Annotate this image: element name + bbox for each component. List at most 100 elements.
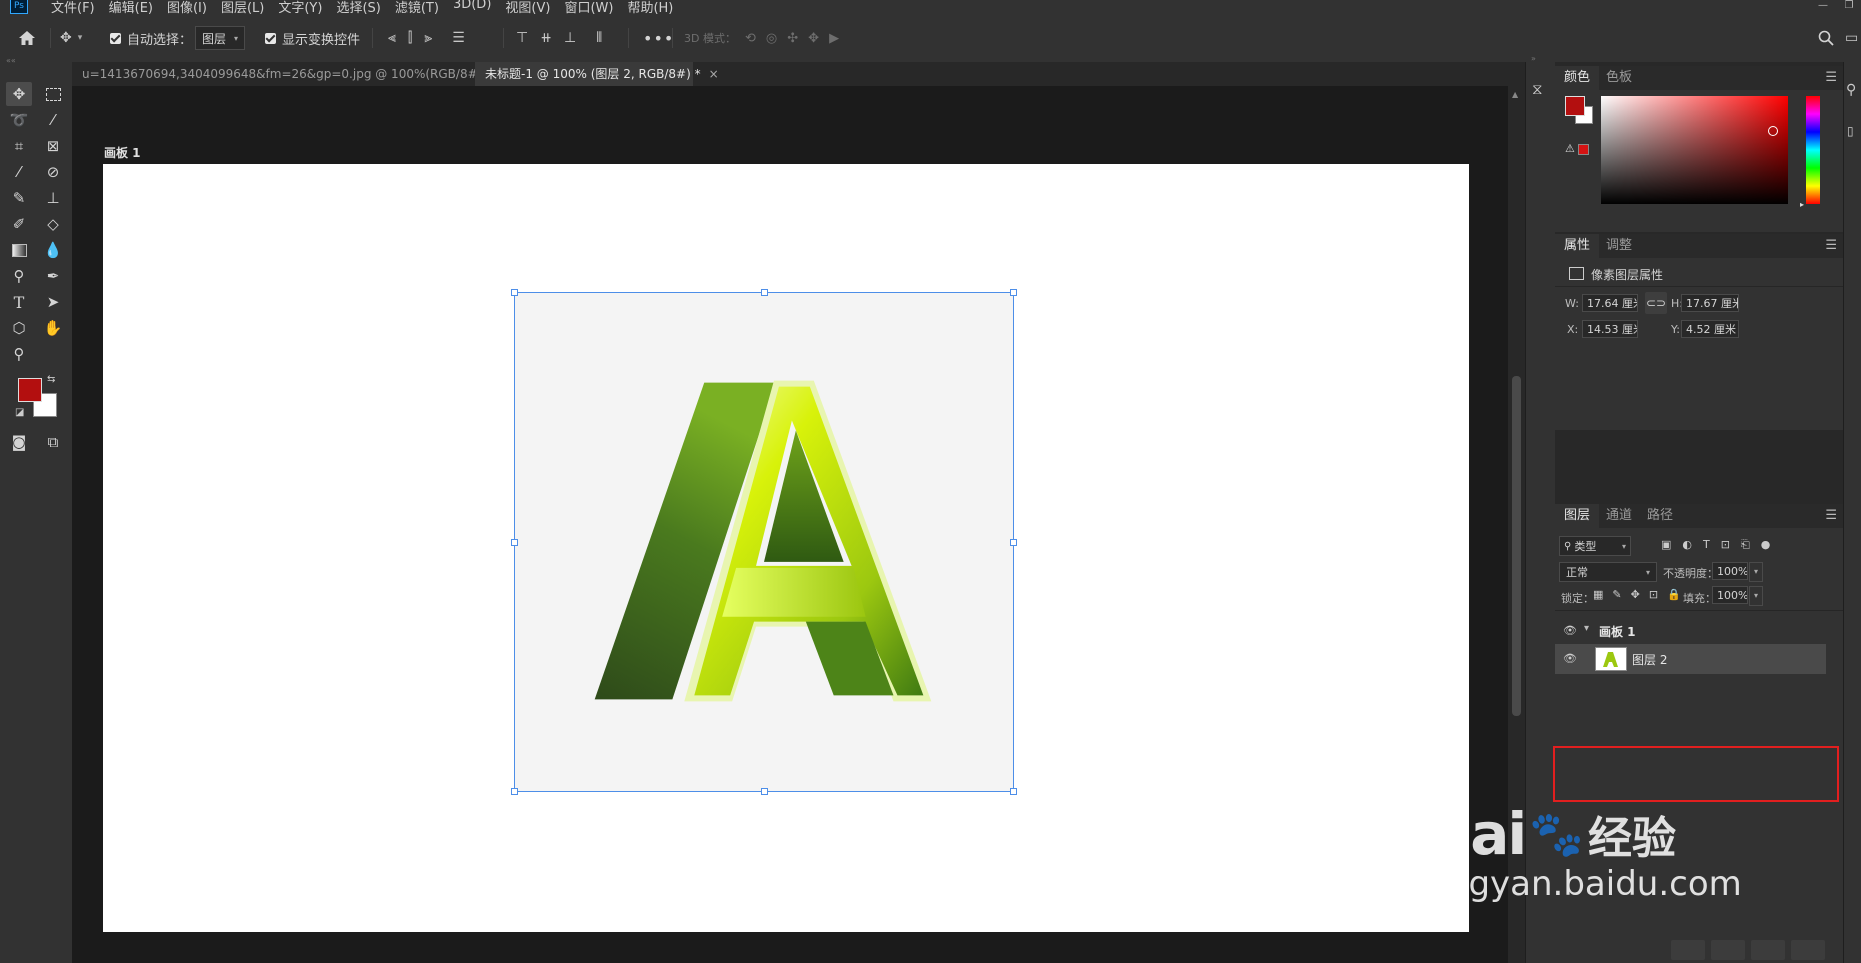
filter-toggle-icon[interactable]: ●: [1761, 538, 1771, 552]
minimize-button[interactable]: —: [1812, 0, 1834, 12]
lock-position-icon[interactable]: ✥: [1631, 588, 1640, 601]
align-hcenter-icon[interactable]: ⫿: [408, 30, 412, 46]
width-field[interactable]: 17.64 厘米: [1582, 294, 1638, 312]
collapse-toolbar-icon[interactable]: ««: [6, 56, 16, 65]
shape-tool[interactable]: ⬡: [6, 316, 32, 340]
filter-pixel-icon[interactable]: ▣: [1661, 538, 1671, 552]
transform-handle[interactable]: [761, 788, 768, 795]
quick-mask-button[interactable]: ◙: [6, 430, 32, 454]
artboard-label[interactable]: 画板 1: [104, 144, 141, 161]
lock-transparent-icon[interactable]: ▦: [1593, 588, 1603, 601]
libraries-icon[interactable]: ▯: [1847, 124, 1854, 138]
fill-field[interactable]: 100%: [1712, 586, 1748, 604]
panel-menu-icon[interactable]: ☰: [1825, 70, 1837, 85]
tab-properties[interactable]: 属性: [1555, 234, 1600, 258]
type-tool[interactable]: T: [6, 290, 32, 314]
home-icon[interactable]: [18, 14, 36, 62]
filter-adjustment-icon[interactable]: ◐: [1682, 538, 1692, 552]
default-colors-icon[interactable]: ◪: [15, 407, 24, 418]
color-picker-cursor[interactable]: [1768, 126, 1778, 136]
auto-select-target-dropdown[interactable]: 图层 ▾: [195, 26, 245, 50]
scroll-thumb[interactable]: [1512, 376, 1521, 716]
visibility-eye-icon[interactable]: 👁: [1563, 652, 1577, 665]
align-right-icon[interactable]: ⫸: [424, 30, 432, 46]
more-options-icon[interactable]: •••: [643, 14, 674, 62]
fill-slider-button[interactable]: ▾: [1749, 586, 1763, 606]
tab-channels[interactable]: 通道: [1597, 504, 1641, 528]
close-icon[interactable]: ×: [709, 67, 719, 81]
color-field[interactable]: [1601, 96, 1788, 204]
x-field[interactable]: 14.53 厘米: [1582, 320, 1638, 338]
eyedropper-tool[interactable]: ⁄: [6, 160, 32, 184]
opacity-field[interactable]: 100%: [1712, 562, 1748, 580]
move-tool[interactable]: ✥: [6, 82, 32, 106]
lock-artboard-icon[interactable]: ⊡: [1649, 588, 1658, 601]
layer-filter-dropdown[interactable]: ⚲ 类型 ▾: [1559, 536, 1631, 556]
3d-roll-icon[interactable]: ◎: [766, 31, 777, 46]
3d-camera-icon[interactable]: ▶: [829, 31, 839, 46]
history-brush-tool[interactable]: ✐: [6, 212, 32, 236]
filter-smart-icon[interactable]: ⎗: [1741, 538, 1750, 552]
collapse-dock-icon[interactable]: »: [1531, 54, 1536, 63]
opacity-slider-button[interactable]: ▾: [1749, 562, 1763, 582]
layer-row-selected[interactable]: 👁 图层 2: [1555, 644, 1826, 674]
lock-image-icon[interactable]: ✎: [1612, 588, 1621, 601]
dodge-tool[interactable]: ⚲: [6, 264, 32, 288]
align-left-icon[interactable]: ⫷: [388, 30, 396, 46]
restore-button[interactable]: ❐: [1838, 0, 1860, 12]
fx-button[interactable]: [1711, 940, 1745, 960]
marquee-tool[interactable]: [40, 82, 66, 106]
layer-row-artboard[interactable]: 👁 ▾ 画板 1: [1555, 618, 1843, 646]
tab-swatches[interactable]: 色板: [1597, 66, 1641, 90]
layer-name[interactable]: 图层 2: [1632, 651, 1667, 668]
stamp-tool[interactable]: ⊥: [40, 186, 66, 210]
show-transform-checkbox[interactable]: 显示变换控件: [265, 14, 360, 62]
link-icon[interactable]: ⊂⊃: [1645, 292, 1667, 314]
distribute-icon[interactable]: ☰: [452, 30, 465, 46]
zoom-tool[interactable]: ⚲: [6, 342, 32, 366]
panel-menu-icon[interactable]: ☰: [1825, 508, 1837, 523]
lasso-tool[interactable]: ➰: [6, 108, 32, 132]
tab-document-1[interactable]: u=1413670694,3404099648&fm=26&gp=0.jpg @…: [72, 62, 500, 86]
path-select-tool[interactable]: ➤: [40, 290, 66, 314]
blend-mode-dropdown[interactable]: 正常 ▾: [1559, 562, 1657, 582]
filter-shape-icon[interactable]: ⊡: [1721, 538, 1730, 552]
distribute-v-icon[interactable]: ⦀: [596, 30, 602, 46]
layer-selection[interactable]: [511, 289, 1017, 795]
gamut-warning-icon[interactable]: ⚠: [1565, 142, 1575, 155]
eraser-tool[interactable]: ◇: [40, 212, 66, 236]
magic-wand-tool[interactable]: ⁄: [40, 108, 66, 132]
tab-paths[interactable]: 路径: [1638, 504, 1682, 528]
hue-slider-handle[interactable]: ▸: [1800, 200, 1804, 209]
scroll-up-icon[interactable]: ▲: [1512, 90, 1518, 99]
align-vcenter-icon[interactable]: ⧺: [540, 30, 552, 46]
transform-handle[interactable]: [1010, 788, 1017, 795]
move-tool-preset[interactable]: ✥ ▾: [60, 14, 82, 62]
filter-type-icon[interactable]: T: [1703, 538, 1710, 552]
swap-colors-icon[interactable]: ⇆: [47, 374, 55, 385]
transform-handle[interactable]: [511, 788, 518, 795]
align-bottom-icon[interactable]: ⊥: [564, 30, 576, 46]
foreground-color-swatch[interactable]: [18, 378, 42, 402]
tab-adjustments[interactable]: 调整: [1597, 234, 1641, 258]
foreground-color-swatch[interactable]: [1565, 96, 1585, 116]
hue-slider[interactable]: [1806, 96, 1820, 204]
blur-tool[interactable]: 💧: [40, 238, 66, 262]
transform-handle[interactable]: [511, 539, 518, 546]
panel-menu-icon[interactable]: ☰: [1825, 238, 1837, 253]
pen-tool[interactable]: ✒: [40, 264, 66, 288]
frame-tool[interactable]: ⊠: [40, 134, 66, 158]
tab-layers[interactable]: 图层: [1555, 504, 1600, 528]
new-layer-button[interactable]: [1791, 940, 1825, 960]
transform-handle[interactable]: [1010, 539, 1017, 546]
layer-name[interactable]: 画板 1: [1599, 623, 1636, 640]
tab-document-2[interactable]: 未标题-1 @ 100% (图层 2, RGB/8#) * ×: [475, 62, 719, 86]
workspace-icon[interactable]: ▭: [1845, 14, 1858, 62]
transform-handle[interactable]: [511, 289, 518, 296]
brush-tool[interactable]: ✎: [6, 186, 32, 210]
search-icon[interactable]: ⚲: [1846, 82, 1856, 98]
transform-handle[interactable]: [1010, 289, 1017, 296]
visibility-eye-icon[interactable]: 👁: [1563, 624, 1577, 637]
app-logo[interactable]: Ps: [10, 0, 28, 14]
history-panel-icon[interactable]: ⧖: [1532, 80, 1543, 98]
